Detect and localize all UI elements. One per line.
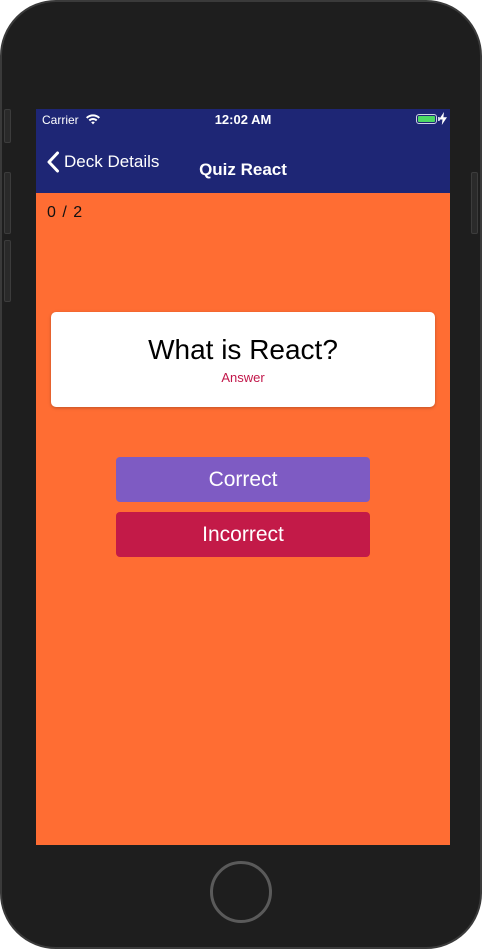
status-bar: Carrier 12:02 AM <box>36 109 450 131</box>
page-title: Quiz React <box>199 160 287 179</box>
show-answer-toggle[interactable]: Answer <box>51 370 435 385</box>
battery-level <box>418 116 435 122</box>
question-counter: 0 / 2 <box>47 204 84 221</box>
status-time: 12:02 AM <box>214 112 272 127</box>
question-text: What is React? <box>148 334 338 365</box>
phone-frame: Carrier 12:02 AM Deck Details Quiz React… <box>0 0 482 949</box>
home-button[interactable] <box>210 861 272 923</box>
volume-up-button <box>4 172 11 234</box>
battery-icon <box>416 114 437 124</box>
navigation-bar: Deck Details Quiz React <box>36 131 450 193</box>
power-button <box>471 172 478 234</box>
volume-down-button <box>4 240 11 302</box>
mute-switch <box>4 109 11 143</box>
incorrect-button[interactable]: Incorrect <box>116 512 370 557</box>
correct-button[interactable]: Correct <box>116 457 370 502</box>
charging-bolt-icon <box>439 112 447 125</box>
app-screen: Carrier 12:02 AM Deck Details Quiz React… <box>36 109 450 845</box>
question-card: What is React? Answer <box>51 312 435 407</box>
